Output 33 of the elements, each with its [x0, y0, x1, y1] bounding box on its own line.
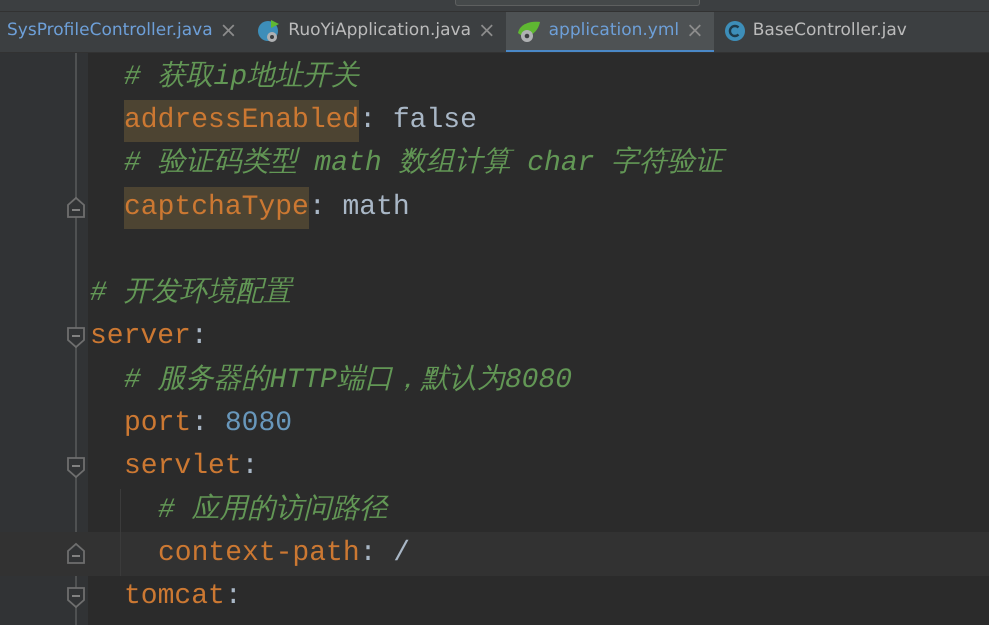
editor-tab[interactable]: SysProfileController.java × [0, 12, 248, 52]
colon: : [242, 450, 258, 484]
yaml-key: server [90, 316, 191, 358]
code-comment: # 服务器的HTTP端口，默认为8080 [124, 363, 572, 398]
yaml-key: servlet [124, 446, 242, 488]
colon: : [360, 536, 376, 571]
fold-expand-icon[interactable] [66, 542, 86, 566]
editor-tab[interactable]: RuoYiApplication.java × [247, 12, 506, 52]
close-icon[interactable]: × [478, 15, 496, 47]
yaml-value: false [392, 104, 477, 138]
leaf-icon [516, 19, 542, 43]
editor-tab[interactable]: BaseController.jav [714, 12, 917, 52]
close-icon[interactable]: × [220, 15, 238, 47]
close-icon[interactable]: × [686, 15, 704, 47]
yaml-key: context-path [158, 532, 360, 575]
app-icon [257, 18, 282, 44]
colon: : [308, 190, 326, 225]
colon: : [359, 104, 376, 138]
yaml-key: tomcat [124, 576, 225, 618]
colon: : [191, 407, 208, 442]
colon: : [224, 580, 242, 614]
yaml-key: captchaType [124, 186, 309, 229]
code-comment: # 开发环境配置 [90, 275, 292, 312]
yaml-value: math [342, 190, 410, 225]
class-icon [724, 20, 746, 42]
yaml-value: / [393, 536, 410, 571]
colon: : [190, 320, 208, 354]
yaml-key: port [124, 403, 192, 446]
editor-tab[interactable]: application.yml × [506, 12, 714, 52]
yaml-key: addressEnabled [124, 100, 360, 142]
yaml-value: 8080 [224, 407, 292, 442]
code-comment: # 应用的访问路径 [158, 492, 388, 528]
code-comment: # 获取ip地址开关 [124, 60, 360, 95]
